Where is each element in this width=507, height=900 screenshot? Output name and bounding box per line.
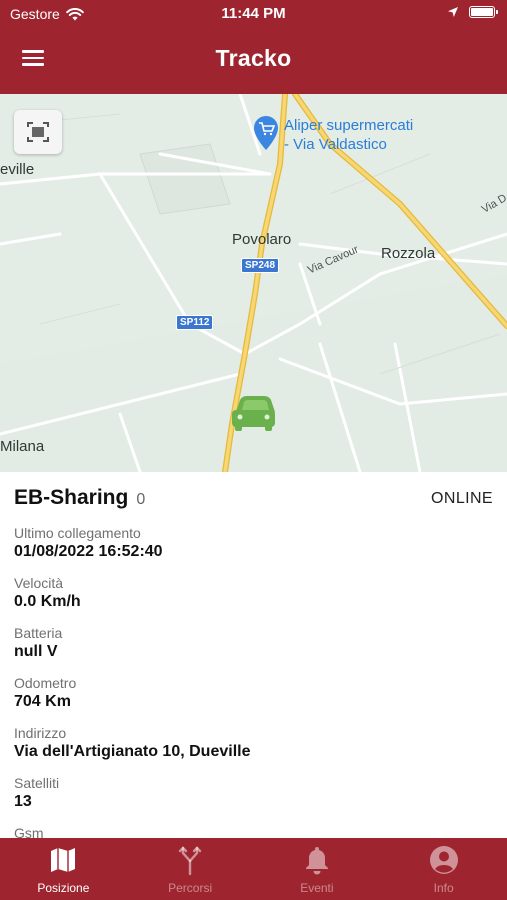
user-icon xyxy=(429,846,458,874)
tab-label: Info xyxy=(433,881,454,895)
battery-icon xyxy=(469,6,498,18)
status-bar: Gestore 11:44 PM xyxy=(0,0,507,28)
field-label: Gsm xyxy=(14,825,44,838)
tab-label: Eventi xyxy=(300,881,334,895)
tab-eventi[interactable]: Eventi xyxy=(254,838,381,900)
poi-label[interactable]: Aliper supermercati - Via Valdastico xyxy=(284,116,413,154)
top-bar: Gestore 11:44 PM Tracko xyxy=(0,0,507,94)
field-label: Velocità xyxy=(14,575,64,591)
location-arrow-icon xyxy=(448,7,458,17)
status-indicators xyxy=(447,6,498,18)
tab-label: Posizione xyxy=(37,881,90,895)
tab-percorsi[interactable]: Percorsi xyxy=(127,838,254,900)
app-header: Tracko xyxy=(0,28,507,94)
map-roads xyxy=(0,94,507,472)
field-label: Ultimo collegamento xyxy=(14,525,141,541)
page-title: Tracko xyxy=(215,45,292,71)
field-value: null V xyxy=(14,643,58,660)
fullscreen-icon xyxy=(27,122,49,142)
place-label-milana: Milana xyxy=(0,438,45,455)
vehicle-details-panel: EB-Sharing 0 ONLINE Ultimo collegamento 0… xyxy=(0,472,507,838)
tab-bar: Posizione Percorsi Eventi Info xyxy=(0,838,507,900)
field-satelliti: Satelliti 13 xyxy=(14,774,59,812)
vehicle-header: EB-Sharing 0 ONLINE xyxy=(14,486,493,516)
field-value: 704 Km xyxy=(14,693,71,710)
field-value: 01/08/2022 16:52:40 xyxy=(14,543,163,560)
field-value: Via dell'Artigianato 10, Dueville xyxy=(14,743,251,760)
road-shield-sp248: SP248 xyxy=(241,258,280,273)
poi-label-line2: - Via Valdastico xyxy=(284,136,387,153)
field-value: 13 xyxy=(14,793,32,810)
field-label: Satelliti xyxy=(14,775,60,791)
field-value: 0.0 Km/h xyxy=(14,593,81,610)
field-indirizzo: Indirizzo Via dell'Artigianato 10, Duevi… xyxy=(14,724,250,762)
field-odometro: Odometro 704 Km xyxy=(14,674,76,712)
field-label: Odometro xyxy=(14,675,77,691)
route-icon xyxy=(178,846,202,876)
field-ultimo-collegamento: Ultimo collegamento 01/08/2022 16:52:40 xyxy=(14,524,163,562)
tab-posizione[interactable]: Posizione xyxy=(0,838,127,900)
bell-icon xyxy=(305,847,328,875)
map-view[interactable]: Aliper supermercati - Via Valdastico evi… xyxy=(0,94,507,472)
place-label-dueville: eville xyxy=(0,161,35,178)
fit-bounds-button[interactable] xyxy=(14,110,62,154)
field-velocita: Velocità 0.0 Km/h xyxy=(14,574,81,612)
status-badge: ONLINE xyxy=(431,490,493,507)
tab-label: Percorsi xyxy=(168,881,213,895)
poi-label-line1: Aliper supermercati xyxy=(284,117,414,134)
vehicle-name: EB-Sharing xyxy=(14,486,129,509)
tab-info[interactable]: Info xyxy=(380,838,507,900)
road-shield-sp112: SP112 xyxy=(176,315,214,330)
field-label: Batteria xyxy=(14,625,63,641)
map-icon xyxy=(51,848,76,872)
field-gsm: Gsm xyxy=(14,824,44,838)
place-label-rozzola: Rozzola xyxy=(381,245,436,262)
field-batteria: Batteria null V xyxy=(14,624,62,662)
status-time: 11:44 PM xyxy=(221,5,286,22)
place-label-povolaro: Povolaro xyxy=(232,231,292,248)
vehicle-count: 0 xyxy=(136,491,146,508)
field-label: Indirizzo xyxy=(14,725,67,741)
